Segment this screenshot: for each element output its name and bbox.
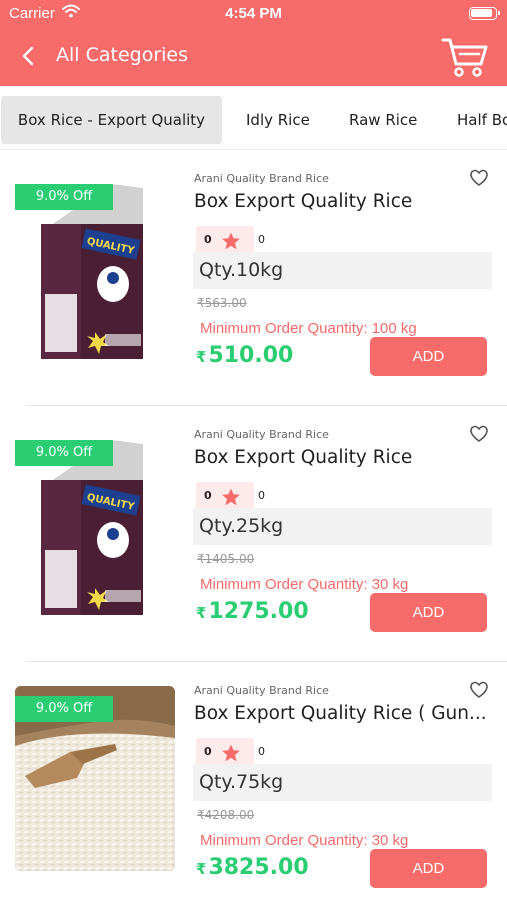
rating-value: 0: [204, 745, 212, 758]
quantity-label: Qty.25kg: [193, 508, 492, 545]
rating-count: 0: [258, 233, 265, 246]
add-button[interactable]: ADD: [370, 337, 487, 376]
price: ₹1275.00: [196, 599, 309, 624]
rating-count: 0: [258, 745, 265, 758]
rating-count: 0: [258, 489, 265, 502]
wishlist-button[interactable]: [469, 680, 489, 700]
minimum-order-label: Minimum Order Quantity: 30 kg: [200, 576, 409, 593]
tab-box-rice-export-quality[interactable]: Box Rice - Export Quality: [1, 96, 222, 144]
add-button[interactable]: ADD: [370, 849, 487, 888]
rating-value: 0: [204, 233, 212, 246]
rating-value: 0: [204, 489, 212, 502]
wishlist-button[interactable]: [469, 424, 489, 444]
rupee-symbol: ₹: [196, 604, 207, 622]
brand-label: Arani Quality Brand Rice: [194, 428, 329, 441]
page-title: All Categories: [56, 44, 189, 66]
add-button[interactable]: ADD: [370, 593, 487, 632]
product-name: Box Export Quality Rice: [194, 447, 413, 468]
minimum-order-label: Minimum Order Quantity: 100 kg: [200, 320, 417, 337]
category-tabs: Box Rice - Export Quality Idly Rice Raw …: [0, 86, 507, 150]
price-value: 1275.00: [208, 599, 309, 624]
rupee-symbol: ₹: [196, 348, 207, 366]
status-time: 4:54 PM: [225, 5, 282, 22]
tab-raw-rice[interactable]: Raw Rice: [349, 96, 417, 144]
discount-badge: 9.0% Off: [15, 440, 113, 466]
product-name: Box Export Quality Rice: [194, 191, 413, 212]
heart-icon: [470, 425, 488, 442]
original-price: ₹1405.00: [197, 552, 255, 566]
star-icon: [222, 744, 240, 762]
product-name: Box Export Quality Rice ( Gun...: [194, 703, 487, 724]
original-price: ₹563.00: [197, 296, 247, 310]
price: ₹510.00: [196, 343, 293, 368]
tab-idly-rice[interactable]: Idly Rice: [246, 96, 310, 144]
cart-button[interactable]: [440, 34, 490, 80]
star-icon: [222, 488, 240, 506]
wishlist-button[interactable]: [469, 168, 489, 188]
product-card[interactable]: 9.0% Off Arani Quality Brand Rice Box Ex…: [0, 662, 507, 900]
rupee-symbol: ₹: [196, 860, 207, 878]
price-value: 510.00: [208, 343, 294, 368]
heart-icon: [470, 169, 488, 186]
battery-icon: [469, 7, 500, 20]
status-bar: Carrier 4:54 PM: [0, 0, 507, 28]
original-price: ₹4208.00: [197, 808, 255, 822]
chevron-left-icon: [22, 46, 34, 66]
product-card[interactable]: QUALITY 9.0% Off Arani Quality Brand Ric…: [0, 406, 507, 662]
quantity-label: Qty.10kg: [193, 252, 492, 289]
discount-badge: 9.0% Off: [15, 184, 113, 210]
discount-badge: 9.0% Off: [15, 696, 113, 722]
product-card[interactable]: QUALITY 9.0% Off Arani Quality Brand Ric…: [0, 150, 507, 406]
price: ₹3825.00: [196, 855, 309, 880]
header: Carrier 4:54 PM All Categories: [0, 0, 507, 86]
brand-label: Arani Quality Brand Rice: [194, 172, 329, 185]
back-button[interactable]: [14, 42, 44, 72]
minimum-order-label: Minimum Order Quantity: 30 kg: [200, 832, 409, 849]
tab-half-boiled[interactable]: Half Bo: [457, 96, 507, 144]
star-icon: [222, 232, 240, 250]
price-value: 3825.00: [208, 855, 309, 880]
quantity-label: Qty.75kg: [193, 764, 492, 801]
heart-icon: [470, 681, 488, 698]
cart-icon: [441, 38, 488, 77]
brand-label: Arani Quality Brand Rice: [194, 684, 329, 697]
